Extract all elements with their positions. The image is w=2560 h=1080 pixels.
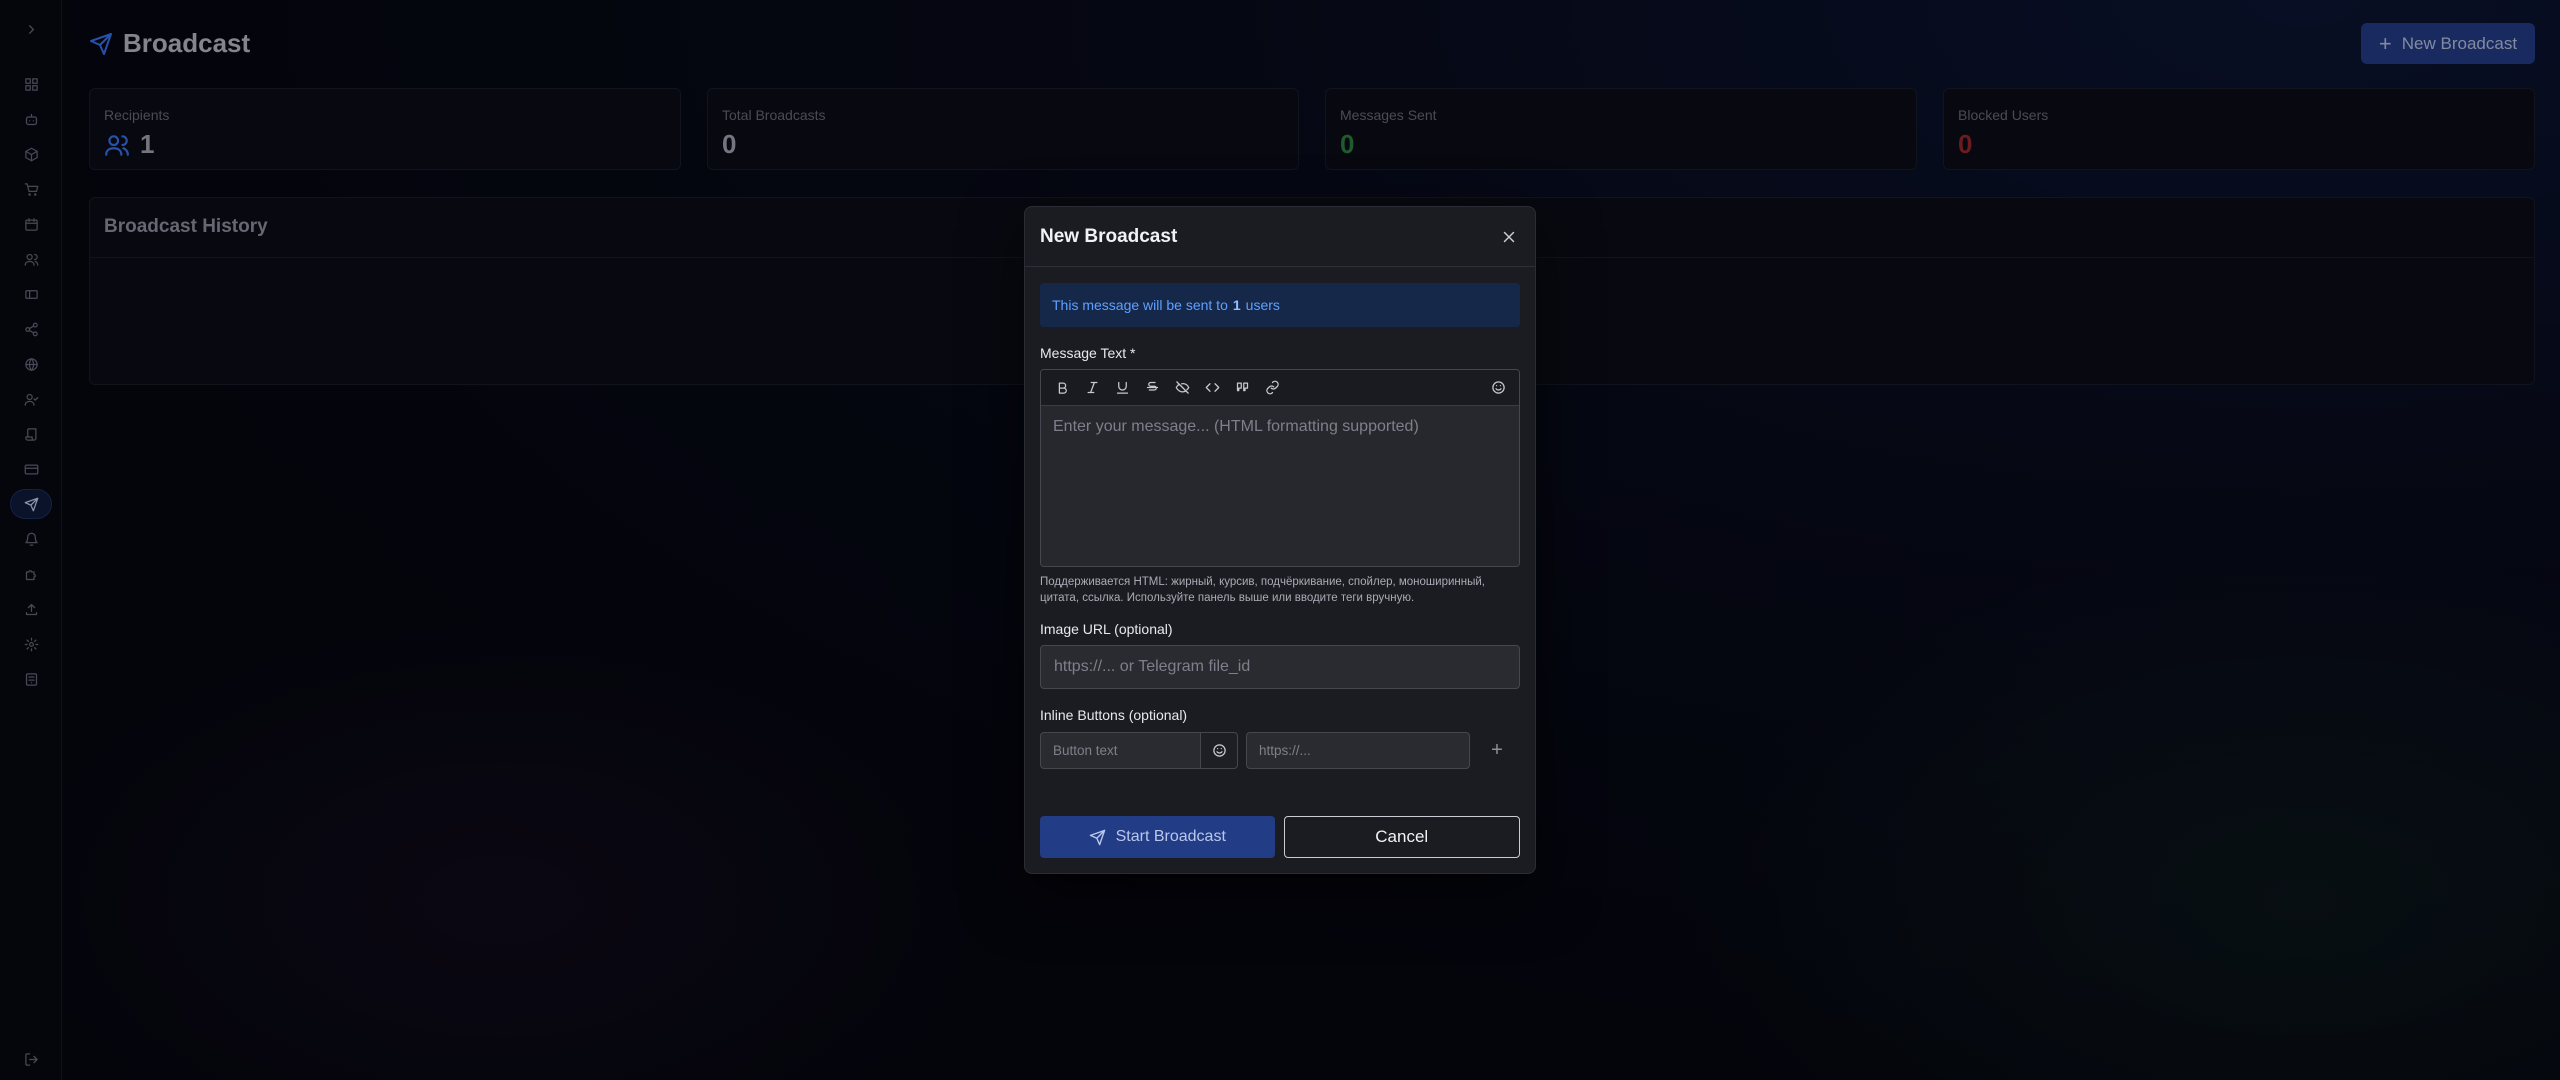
underline-button[interactable] <box>1110 376 1134 400</box>
emoji-picker-button[interactable] <box>1486 376 1510 400</box>
strikethrough-icon <box>1146 381 1158 391</box>
format-toolbar <box>1041 370 1519 406</box>
info-count: 1 <box>1232 297 1241 313</box>
link-button[interactable] <box>1260 376 1284 400</box>
italic-button[interactable] <box>1080 376 1104 400</box>
button-url-input[interactable]: https://... <box>1246 732 1470 769</box>
eye-off-icon <box>1175 381 1189 394</box>
button-text-input[interactable]: Button text <box>1040 732 1201 769</box>
modal-title: New Broadcast <box>1040 225 1178 247</box>
inline-buttons-label: Inline Buttons (optional) <box>1040 707 1188 723</box>
message-textarea[interactable]: Enter your message... (HTML formatting s… <box>1041 406 1519 566</box>
recipients-info-alert: This message will be sent to 1 users <box>1040 283 1520 327</box>
info-suffix: users <box>1245 297 1280 313</box>
italic-icon <box>1087 381 1097 394</box>
spoiler-button[interactable] <box>1170 376 1194 400</box>
new-broadcast-modal: New Broadcast This message will be sent … <box>1024 206 1536 874</box>
button-emoji-button[interactable] <box>1201 732 1238 769</box>
image-url-input[interactable]: https://... or Telegram file_id <box>1040 645 1520 689</box>
inline-button-row: Button text https://... + <box>1040 732 1520 769</box>
info-prefix: This message will be sent to <box>1052 297 1228 313</box>
strikethrough-button[interactable] <box>1140 376 1164 400</box>
modal-header: New Broadcast <box>1025 207 1535 267</box>
modal-body: This message will be sent to 1 users Mes… <box>1025 283 1535 769</box>
start-broadcast-button[interactable]: Start Broadcast <box>1040 816 1275 858</box>
smile-icon <box>1212 744 1226 757</box>
code-button[interactable] <box>1200 376 1224 400</box>
modal-actions: Start Broadcast Cancel <box>1040 816 1520 858</box>
start-broadcast-label: Start Broadcast <box>1115 828 1226 845</box>
code-icon <box>1205 383 1219 392</box>
bold-button[interactable] <box>1050 376 1074 400</box>
add-button-plus-icon[interactable]: + <box>1486 739 1508 762</box>
image-url-label: Image URL (optional) <box>1040 621 1173 637</box>
send-icon <box>1089 829 1105 845</box>
message-editor: Enter your message... (HTML formatting s… <box>1040 369 1520 567</box>
cancel-button[interactable]: Cancel <box>1283 816 1520 858</box>
underline-icon <box>1116 381 1128 394</box>
quote-icon <box>1236 382 1248 392</box>
message-text-label: Message Text * <box>1040 345 1136 361</box>
quote-button[interactable] <box>1230 376 1254 400</box>
html-hint: Поддерживается HTML: жирный, курсив, под… <box>1040 576 1485 604</box>
close-button[interactable] <box>1498 226 1520 248</box>
link-icon <box>1265 380 1279 395</box>
bold-icon <box>1058 382 1067 394</box>
close-icon <box>1503 231 1515 242</box>
smile-icon <box>1491 381 1505 394</box>
